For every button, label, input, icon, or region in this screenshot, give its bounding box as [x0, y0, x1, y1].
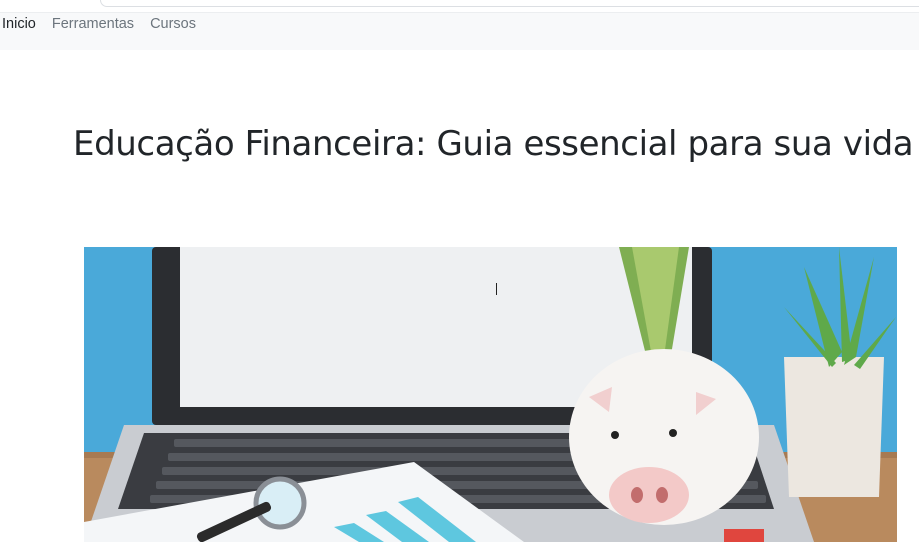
nav-link-ferramentas[interactable]: Ferramentas: [52, 15, 134, 33]
hero-illustration: [84, 247, 897, 542]
nav-link-inicio[interactable]: Inicio: [2, 15, 36, 33]
page-title: Educação Financeira: Guia essencial para…: [73, 124, 914, 164]
nav-links: Inicio Ferramentas Cursos: [2, 15, 196, 33]
nav-link-cursos[interactable]: Cursos: [150, 15, 196, 33]
hero-image: [84, 247, 897, 542]
top-navbar: Inicio Ferramentas Cursos: [0, 12, 919, 50]
browser-frame-edge: [100, 0, 919, 7]
text-cursor: [496, 283, 497, 295]
